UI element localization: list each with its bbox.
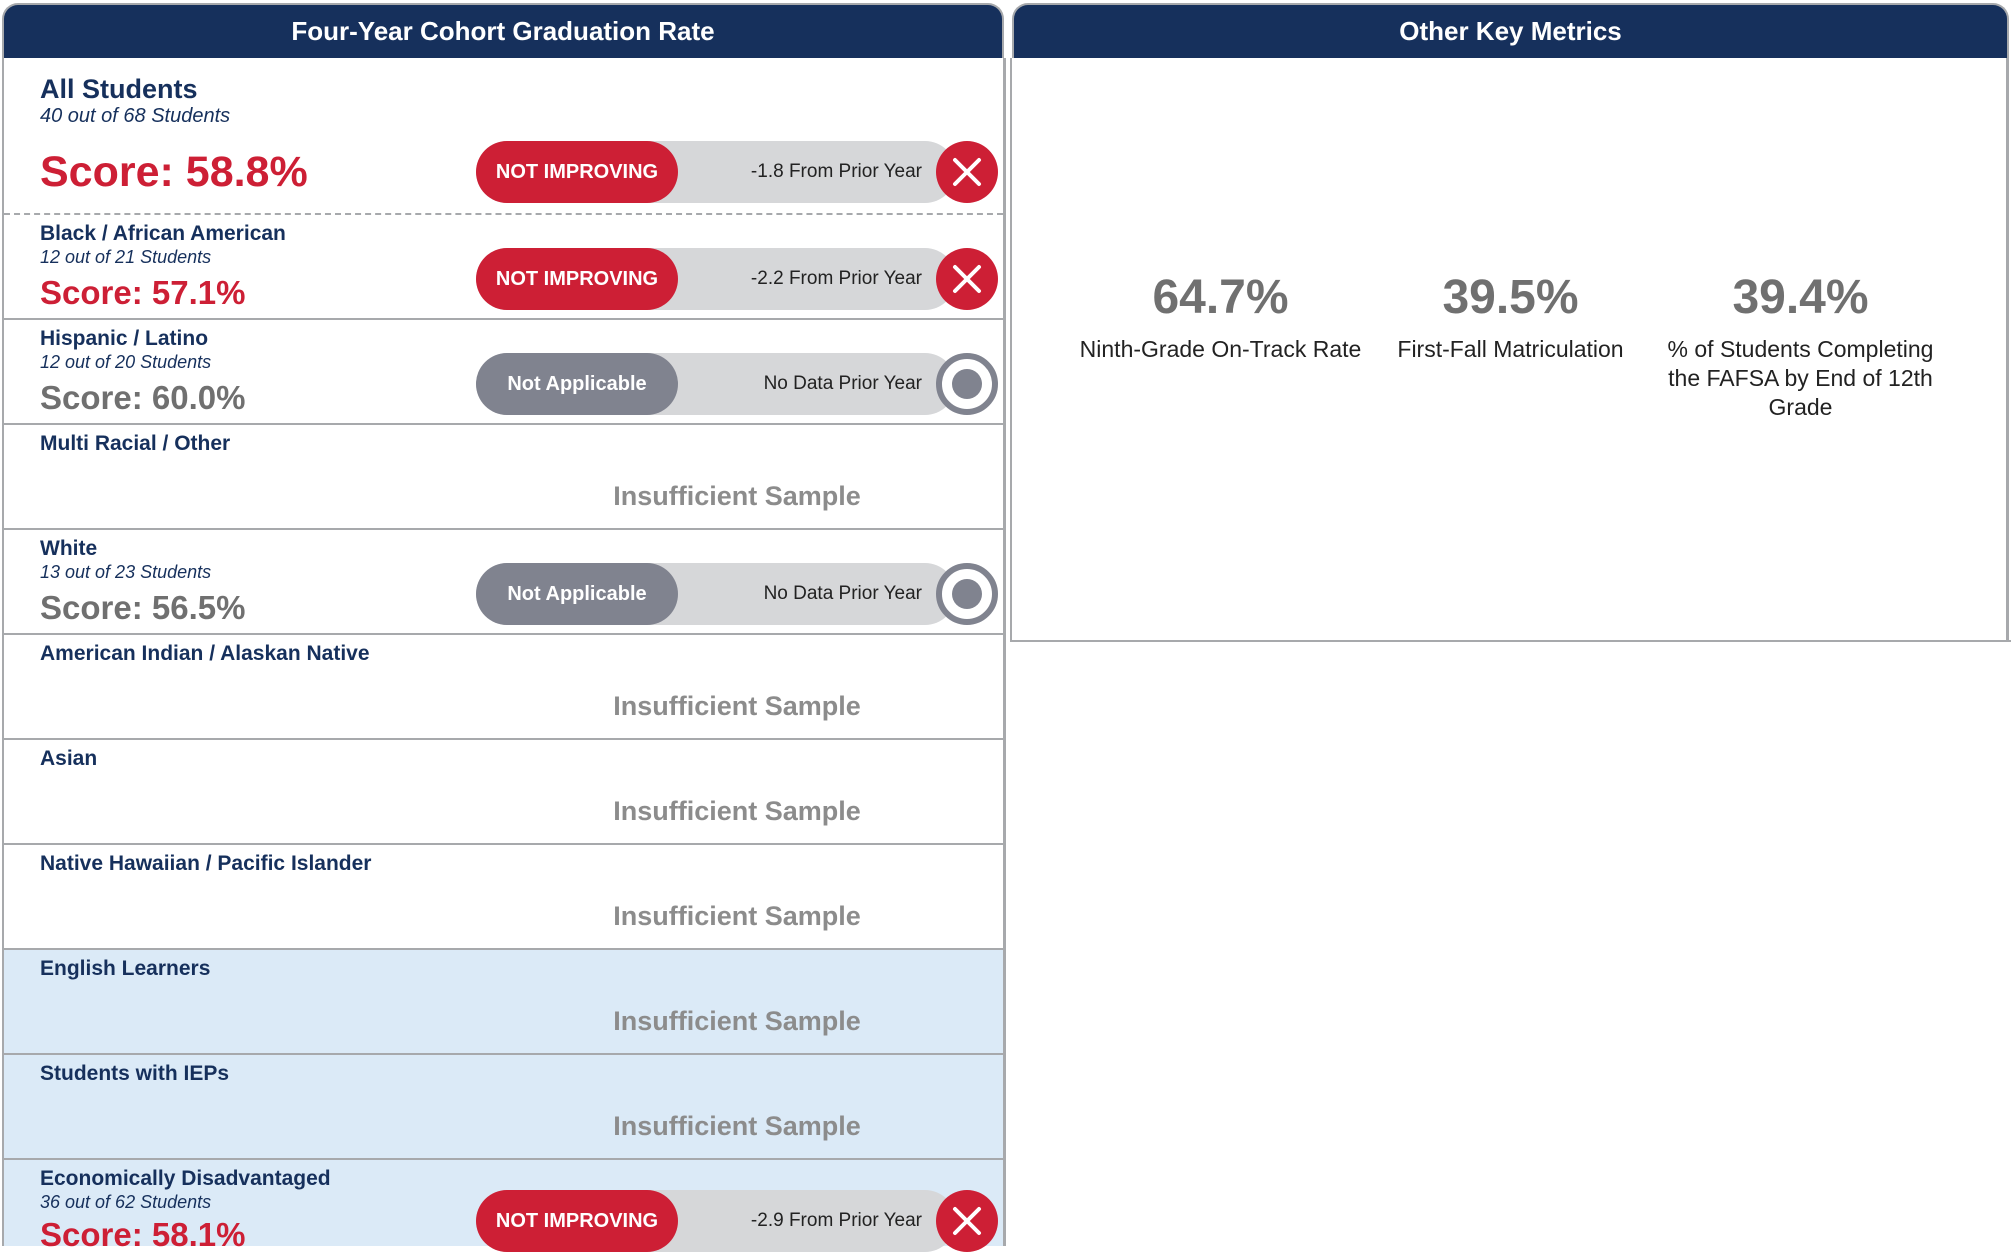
group-name: Asian <box>40 747 98 770</box>
metric-ninth-grade-on-track: 64.7% Ninth-Grade On-Track Rate <box>1076 270 1366 422</box>
group-name: American Indian / Alaskan Native <box>40 642 370 665</box>
circle-icon <box>936 353 998 415</box>
change-from-prior-year: No Data Prior Year <box>763 583 922 604</box>
x-icon <box>936 141 998 203</box>
group-count: 13 out of 23 Students <box>40 562 212 582</box>
group-row-asian: Asian Insufficient Sample <box>4 738 1003 843</box>
insufficient-sample-label: Insufficient Sample <box>613 481 861 511</box>
circle-icon <box>936 563 998 625</box>
x-icon <box>936 1190 998 1252</box>
panel-title: Other Key Metrics <box>1012 3 2009 58</box>
group-row-white: White 13 out of 23 Students Score: 56.5%… <box>4 528 1003 633</box>
metric-label: % of Students Completing the FAFSA by En… <box>1667 336 1934 420</box>
status-bar: NOT IMPROVING -1.8 From Prior Year <box>476 141 998 203</box>
group-count: 12 out of 20 Students <box>40 352 212 372</box>
status-pill: NOT IMPROVING <box>476 1190 678 1252</box>
group-row-all-students: All Students 40 out of 68 Students Score… <box>4 60 1003 213</box>
group-row-english-learners: English Learners Insufficient Sample <box>4 948 1003 1053</box>
group-name: Students with IEPs <box>40 1062 230 1085</box>
metric-first-fall-matriculation: 39.5% First-Fall Matriculation <box>1366 270 1656 422</box>
group-row-hispanic-latino: Hispanic / Latino 12 out of 20 Students … <box>4 318 1003 423</box>
metrics-row: 64.7% Ninth-Grade On-Track Rate 39.5% Fi… <box>1010 270 2011 422</box>
status-bar: Not Applicable No Data Prior Year <box>476 353 998 415</box>
group-score: Score: 58.8% <box>40 148 308 196</box>
status-pill: NOT IMPROVING <box>476 141 678 203</box>
metric-value: 39.4% <box>1732 271 1869 324</box>
group-count: 40 out of 68 Students <box>40 105 231 127</box>
insufficient-sample-label: Insufficient Sample <box>613 691 861 721</box>
key-metrics-panel: Other Key Metrics 64.7% Ninth-Grade On-T… <box>1010 0 2011 642</box>
group-name: Black / African American <box>40 222 286 245</box>
x-icon <box>936 248 998 310</box>
group-count: 12 out of 21 Students <box>40 247 212 267</box>
change-from-prior-year: -1.8 From Prior Year <box>750 161 922 182</box>
group-row-black-african-american: Black / African American 12 out of 21 St… <box>4 213 1003 318</box>
group-name: English Learners <box>40 957 211 980</box>
status-pill: Not Applicable <box>476 353 678 415</box>
status-pill: NOT IMPROVING <box>476 248 678 310</box>
graduation-rate-panel: Four-Year Cohort Graduation Rate All Stu… <box>0 0 1006 1253</box>
metric-fafsa-completion: 39.4% % of Students Completing the FAFSA… <box>1656 270 1946 422</box>
insufficient-sample-label: Insufficient Sample <box>613 796 861 826</box>
group-name: White <box>40 537 98 560</box>
change-from-prior-year: No Data Prior Year <box>763 373 922 394</box>
change-from-prior-year: -2.9 From Prior Year <box>750 1210 922 1231</box>
status-bar: Not Applicable No Data Prior Year <box>476 563 998 625</box>
group-name: Economically Disadvantaged <box>40 1167 331 1190</box>
group-score: Score: 57.1% <box>40 274 246 311</box>
group-name: Native Hawaiian / Pacific Islander <box>40 852 372 875</box>
insufficient-sample-label: Insufficient Sample <box>613 1006 861 1036</box>
group-row-economically-disadvantaged: Economically Disadvantaged 36 out of 62 … <box>4 1158 1003 1253</box>
group-row-american-indian-alaskan-native: American Indian / Alaskan Native Insuffi… <box>4 633 1003 738</box>
metric-label: Ninth-Grade On-Track Rate <box>1079 336 1362 362</box>
insufficient-sample-label: Insufficient Sample <box>613 901 861 931</box>
change-from-prior-year: -2.2 From Prior Year <box>750 268 922 289</box>
status-bar: NOT IMPROVING -2.9 From Prior Year <box>476 1190 998 1252</box>
panel-title: Four-Year Cohort Graduation Rate <box>2 3 1004 58</box>
metric-value: 39.5% <box>1442 271 1579 324</box>
metric-label: First-Fall Matriculation <box>1397 336 1624 362</box>
group-score: Score: 56.5% <box>40 589 246 626</box>
group-row-native-hawaiian-pacific-islander: Native Hawaiian / Pacific Islander Insuf… <box>4 843 1003 948</box>
group-name: Multi Racial / Other <box>40 432 231 455</box>
status-pill: Not Applicable <box>476 563 678 625</box>
group-row-students-with-ieps: Students with IEPs Insufficient Sample <box>4 1053 1003 1158</box>
status-bar: NOT IMPROVING -2.2 From Prior Year <box>476 248 998 310</box>
group-name: All Students <box>40 74 198 104</box>
group-score: Score: 58.1% <box>40 1216 246 1253</box>
group-name: Hispanic / Latino <box>40 327 209 350</box>
group-row-multi-racial-other: Multi Racial / Other Insufficient Sample <box>4 423 1003 528</box>
insufficient-sample-label: Insufficient Sample <box>613 1111 861 1141</box>
group-score: Score: 60.0% <box>40 379 246 416</box>
metric-value: 64.7% <box>1152 271 1289 324</box>
group-count: 36 out of 62 Students <box>40 1192 212 1212</box>
